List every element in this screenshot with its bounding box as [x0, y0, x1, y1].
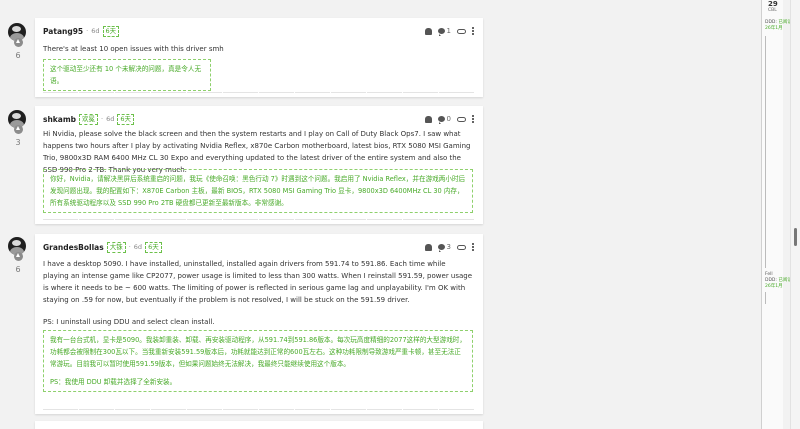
- timeline-bottom-note: Fell DDD: 已阅读 26年1月: [765, 272, 792, 289]
- post-age-translation: 6天: [145, 241, 162, 253]
- bell-icon[interactable]: [424, 243, 432, 251]
- upvote-icon[interactable]: [13, 38, 23, 47]
- translation-main: 我有一台台式机，显卡是5090。我装卸重装、卸载、再安装驱动程序，从591.74…: [50, 336, 466, 368]
- timeline-top-note: DDD: 已阅读 26年1月: [765, 20, 792, 31]
- timeline-line: [765, 36, 766, 268]
- bell-icon[interactable]: [424, 27, 432, 35]
- post-2-vote-column: 3: [8, 110, 28, 147]
- separator-dot: ·: [128, 243, 131, 251]
- post-body: There's at least 10 open issues with thi…: [43, 45, 224, 53]
- vote-count: 6: [15, 51, 21, 60]
- next-post-card: [35, 421, 483, 429]
- post-age-translation: 6天: [117, 113, 135, 125]
- post-card: shkamb 欢冕 · 6d 6天 0 Hi Nvidia, please so…: [35, 106, 483, 224]
- more-options-icon[interactable]: [472, 27, 475, 35]
- post-2: 3 shkamb 欢冕 · 6d 6天 0 Hi Nvidia, please …: [0, 106, 490, 226]
- timeline-rail[interactable]: 29 CBL DDD: 已阅读 26年1月 Fell DDD: 已阅读 26年1…: [761, 0, 792, 429]
- post-header: shkamb 欢冕 · 6d 6天 0: [43, 112, 475, 126]
- link-icon[interactable]: [457, 244, 466, 250]
- more-options-icon[interactable]: [472, 243, 475, 251]
- timeline-line-lower: [765, 292, 766, 304]
- post-footer: [43, 210, 475, 224]
- link-icon[interactable]: [457, 28, 466, 34]
- separator-dot: ·: [101, 115, 104, 123]
- post-1-vote-column: 6: [8, 23, 28, 60]
- bell-icon[interactable]: [424, 115, 432, 123]
- post-header: GrandesBollas 大铢 · 6d 6天 3: [43, 240, 475, 254]
- post-footer: [43, 83, 475, 97]
- comment-icon: [437, 28, 445, 36]
- post-3: 6 GrandesBollas 大铢 · 6d 6天 3 I have a de…: [0, 234, 490, 419]
- author-name[interactable]: shkamb: [43, 115, 76, 124]
- author-translation: 大铢: [106, 241, 126, 253]
- post-body: I have a desktop 5090. I have installed,…: [43, 260, 473, 304]
- separator-dot: ·: [86, 27, 89, 35]
- post-age: 6d: [106, 115, 115, 123]
- post-footer: [43, 400, 475, 414]
- upvote-icon[interactable]: [13, 125, 23, 134]
- post-translation: 你好，Nvidia，请解决黑屏后系统重启的问题，我玩《使命召唤：黑色行动 7》时…: [43, 169, 473, 213]
- timeline-date-sub: CBL: [768, 8, 777, 13]
- post-age-translation: 6天: [102, 25, 120, 37]
- translation-ps: PS：我使用 DDU 卸载并选择了全新安装。: [50, 378, 177, 386]
- vote-count: 6: [15, 265, 21, 274]
- scrollbar[interactable]: [790, 0, 800, 429]
- reply-count[interactable]: 1: [437, 27, 451, 36]
- more-options-icon[interactable]: [472, 115, 475, 123]
- reply-count[interactable]: 3: [437, 243, 451, 252]
- vote-count: 3: [15, 138, 21, 147]
- post-actions: 0: [424, 115, 475, 124]
- comment-icon: [437, 244, 445, 252]
- post-age: 6d: [91, 27, 100, 35]
- author-name[interactable]: GrandesBollas: [43, 243, 104, 252]
- post-actions: 1: [424, 27, 475, 36]
- post-3-vote-column: 6: [8, 237, 28, 274]
- scrollbar-thumb[interactable]: [794, 228, 797, 246]
- author-name[interactable]: Patang95: [43, 27, 83, 36]
- upvote-icon[interactable]: [13, 252, 23, 261]
- post-ps: PS: I uninstall using DDU and select cle…: [43, 318, 215, 326]
- post-translation: 我有一台台式机，显卡是5090。我装卸重装、卸载、再安装驱动程序，从591.74…: [43, 330, 473, 392]
- post-card: Patang95 · 6d 6天 1 There's at least 10 o…: [35, 18, 483, 97]
- reply-count[interactable]: 0: [437, 115, 451, 124]
- link-icon[interactable]: [457, 116, 466, 122]
- post-age: 6d: [133, 243, 143, 251]
- comment-icon: [437, 116, 445, 124]
- post-actions: 3: [424, 243, 475, 252]
- author-translation: 欢冕: [79, 113, 99, 125]
- post-1: 6 Patang95 · 6d 6天 1 There's at least 10…: [0, 18, 490, 98]
- post-card: GrandesBollas 大铢 · 6d 6天 3 I have a desk…: [35, 234, 483, 414]
- timeline-date: 29: [768, 0, 778, 8]
- post-header: Patang95 · 6d 6天 1: [43, 24, 475, 38]
